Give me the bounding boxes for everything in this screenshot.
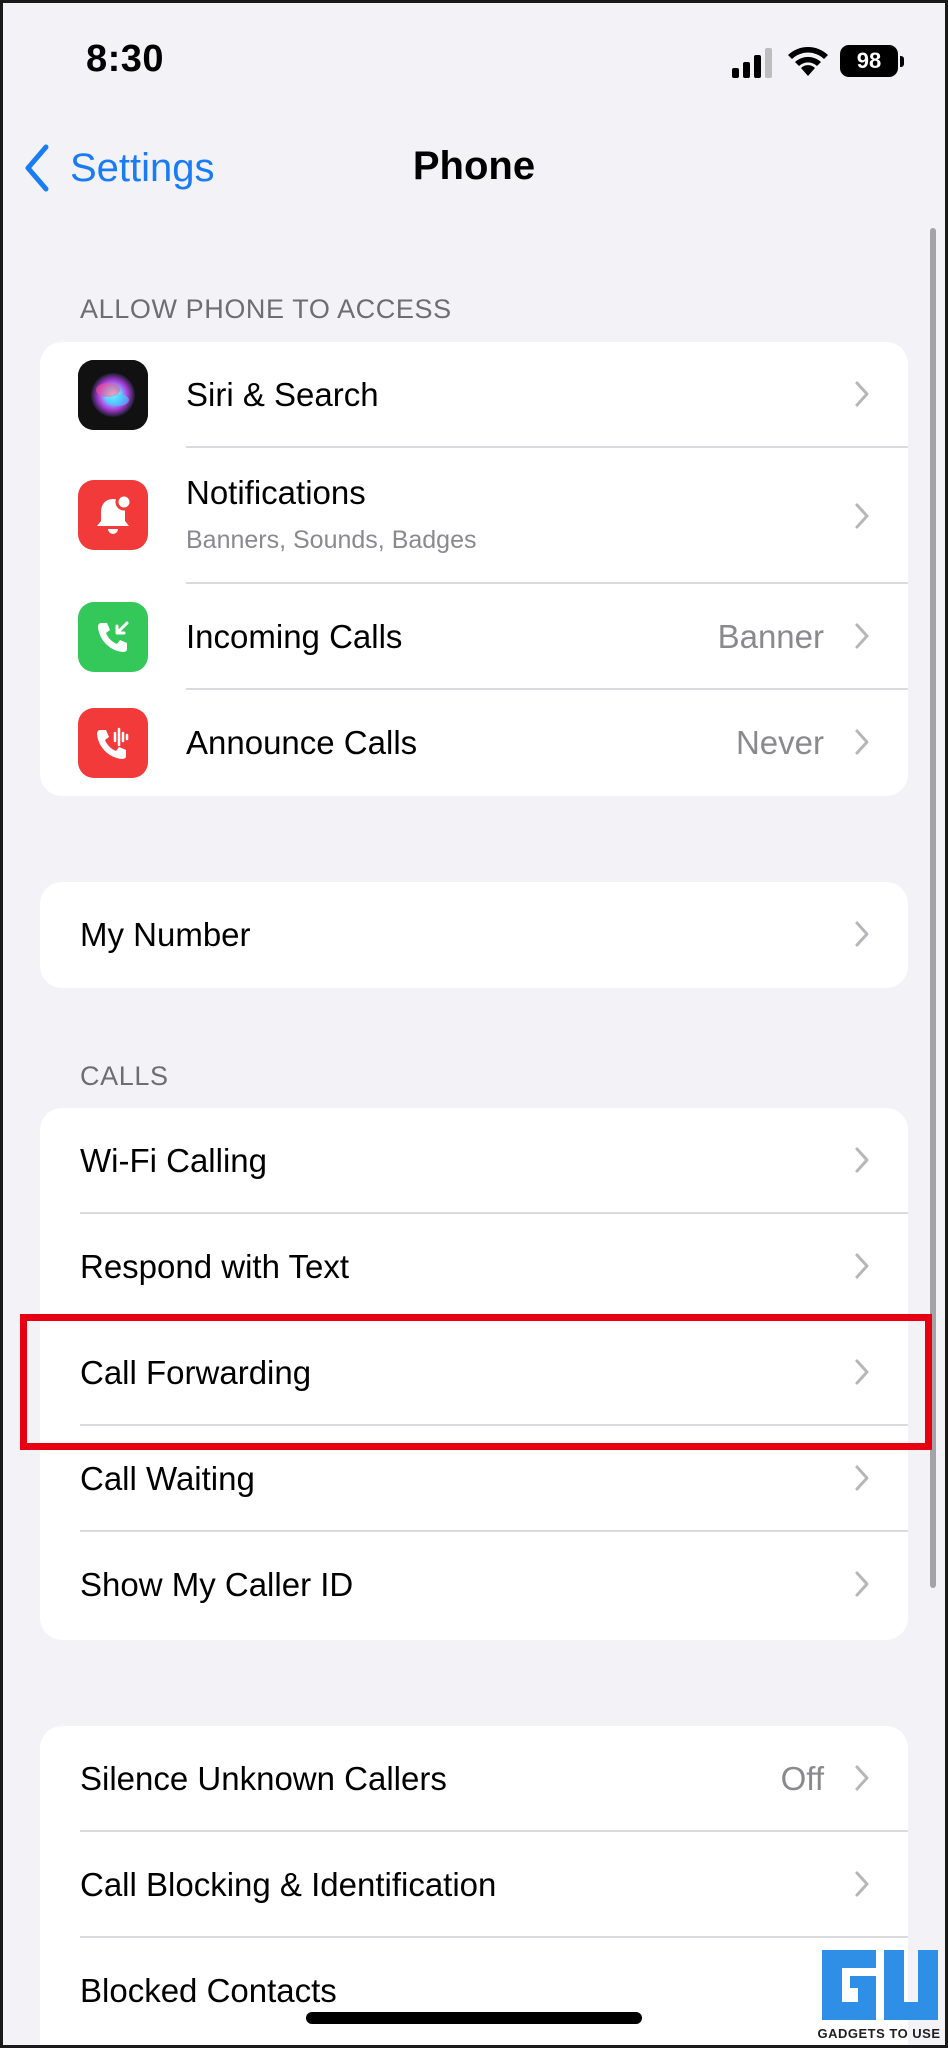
home-indicator[interactable] (306, 2012, 642, 2024)
chevron-right-icon (855, 1359, 869, 1385)
chevron-right-icon (855, 1147, 869, 1173)
row-wifi-calling[interactable]: Wi-Fi Calling (40, 1108, 908, 1214)
navigation-bar: Settings Phone (0, 120, 948, 220)
row-label: Siri & Search (186, 376, 379, 413)
battery-indicator: 98 (840, 45, 904, 77)
chevron-right-icon (855, 921, 869, 947)
scroll-indicator[interactable] (930, 228, 936, 1588)
row-value: Never (735, 724, 824, 761)
row-incoming-calls[interactable]: Incoming Calls Banner (40, 584, 908, 690)
status-bar: 8:30 98 (0, 0, 948, 120)
chevron-right-icon (855, 381, 869, 407)
watermark-logo: GADGETS TO USE (814, 1944, 944, 2042)
row-label: Wi-Fi Calling (80, 1142, 268, 1179)
row-label: Call Waiting (80, 1460, 255, 1497)
bell-icon (78, 480, 148, 550)
chevron-right-icon (855, 1871, 869, 1897)
blocking-group: Silence Unknown Callers Off Call Blockin… (40, 1726, 908, 2048)
row-notifications[interactable]: Notifications Banners, Sounds, Badges (40, 448, 908, 584)
section-header-allow-access: ALLOW PHONE TO ACCESS (80, 294, 452, 324)
row-call-forwarding[interactable]: Call Forwarding (40, 1320, 908, 1426)
status-time: 8:30 (86, 38, 165, 80)
cellular-signal-icon (732, 48, 772, 78)
row-respond-with-text[interactable]: Respond with Text (40, 1214, 908, 1320)
row-siri-search[interactable]: Siri & Search (40, 342, 908, 448)
chevron-right-icon (855, 729, 869, 755)
row-label: Announce Calls (186, 724, 418, 761)
row-blocked-contacts[interactable]: Blocked Contacts (40, 1938, 908, 2044)
chevron-right-icon (855, 623, 869, 649)
row-label: Notifications (186, 474, 366, 511)
row-announce-calls[interactable]: Announce Calls Never (40, 690, 908, 796)
incoming-call-icon (78, 602, 148, 672)
row-label: Show My Caller ID (80, 1566, 354, 1603)
row-subtitle: Banners, Sounds, Badges (186, 526, 477, 554)
row-value: Off (780, 1760, 824, 1797)
row-show-my-caller-id[interactable]: Show My Caller ID (40, 1532, 908, 1638)
calls-group: Wi-Fi Calling Respond with Text Call For… (40, 1108, 908, 1640)
row-label: My Number (80, 916, 251, 953)
announce-call-icon (78, 708, 148, 778)
chevron-right-icon (855, 1253, 869, 1279)
chevron-right-icon (855, 1571, 869, 1597)
row-value: Banner (717, 618, 824, 655)
section-header-calls: CALLS (80, 1061, 169, 1091)
chevron-right-icon (855, 1765, 869, 1791)
row-call-blocking-identification[interactable]: Call Blocking & Identification (40, 1832, 908, 1938)
gadgets-to-use-logo-icon (822, 1950, 938, 2020)
wifi-icon (788, 47, 828, 76)
row-silence-unknown-callers[interactable]: Silence Unknown Callers Off (40, 1726, 908, 1832)
row-label: Respond with Text (80, 1248, 350, 1285)
watermark-text: GADGETS TO USE (817, 2026, 941, 2041)
row-call-waiting[interactable]: Call Waiting (40, 1426, 908, 1532)
row-label: Silence Unknown Callers (80, 1760, 447, 1797)
row-label: Call Forwarding (80, 1354, 312, 1391)
my-number-group: My Number (40, 882, 908, 988)
row-label: Call Blocking & Identification (80, 1866, 497, 1903)
row-label: Incoming Calls (186, 618, 403, 655)
chevron-right-icon (855, 1465, 869, 1491)
row-my-number[interactable]: My Number (40, 882, 908, 988)
chevron-right-icon (855, 503, 869, 529)
page-title: Phone (412, 144, 536, 188)
row-label: Blocked Contacts (80, 1972, 337, 2009)
siri-icon (78, 360, 148, 430)
allow-access-group: Siri & Search Notifications Banners, Sou… (40, 342, 908, 796)
